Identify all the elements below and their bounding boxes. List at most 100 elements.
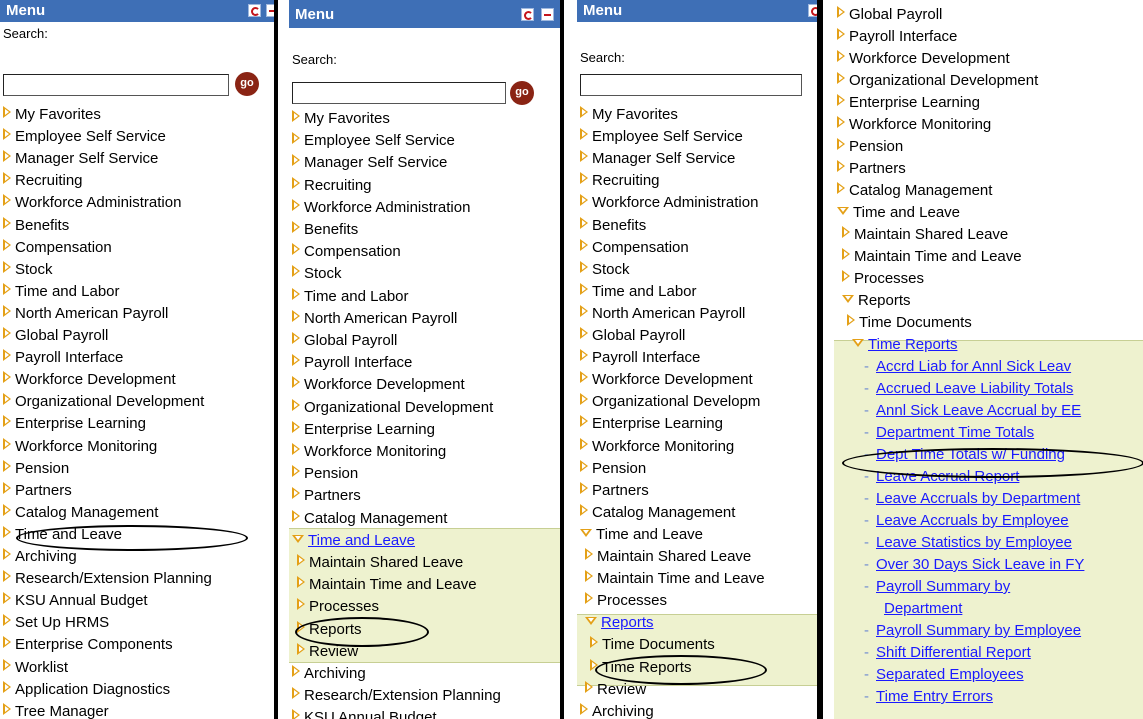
menu-item-pension[interactable]: Pension: [292, 465, 358, 482]
search-input[interactable]: [292, 82, 506, 104]
menu-item-pension[interactable]: Pension: [3, 459, 69, 477]
minimize-icon[interactable]: [266, 4, 274, 17]
menu-item-application-diagnostics[interactable]: Application Diagnostics: [3, 680, 170, 698]
menu-item-payroll-interface[interactable]: Payroll Interface: [580, 349, 700, 366]
go-button[interactable]: go: [235, 72, 259, 96]
menu-item-department[interactable]: Department: [884, 600, 962, 617]
menu-item-organizational-development[interactable]: Organizational Development: [3, 393, 204, 410]
menu-item-time-and-leave[interactable]: Time and Leave: [292, 532, 415, 549]
menu-item-stock[interactable]: Stock: [580, 260, 630, 278]
menu-item-annl-sick-leave-accrual-by-ee[interactable]: - Annl Sick Leave Accrual by EE: [864, 402, 1081, 419]
menu-item-maintain-time-and-leave[interactable]: Maintain Time and Leave: [585, 570, 765, 587]
menu-item-my-favorites[interactable]: My Favorites: [292, 110, 390, 127]
menu-item-workforce-monitoring[interactable]: Workforce Monitoring: [292, 443, 446, 460]
menu-item-my-favorites[interactable]: My Favorites: [580, 106, 678, 123]
menu-item-catalog-management[interactable]: Catalog Management: [580, 503, 735, 521]
go-button[interactable]: go: [510, 81, 534, 105]
menu-item-stock[interactable]: Stock: [3, 260, 53, 278]
menu-item-employee-self-service[interactable]: Employee Self Service: [3, 128, 166, 145]
refresh-icon[interactable]: [248, 4, 261, 17]
menu-item-north-american-payroll[interactable]: North American Payroll: [292, 309, 457, 327]
menu-item-worklist[interactable]: Worklist: [3, 658, 68, 676]
menu-item-organizational-development[interactable]: Organizational Development: [837, 72, 1038, 89]
menu-item-enterprise-learning[interactable]: Enterprise Learning: [292, 420, 435, 438]
menu-item-processes[interactable]: Processes: [842, 270, 924, 287]
menu-item-organizational-development[interactable]: Organizational Development: [292, 398, 493, 416]
menu-item-tree-manager[interactable]: Tree Manager: [3, 702, 109, 719]
menu-item-payroll-interface[interactable]: Payroll Interface: [292, 354, 412, 371]
menu-item-archiving[interactable]: Archiving: [580, 702, 654, 719]
menu-item-leave-statistics-by-employee[interactable]: - Leave Statistics by Employee: [864, 534, 1072, 551]
menu-item-accrued-leave-liability-totals[interactable]: - Accrued Leave Liability Totals: [864, 380, 1073, 397]
menu-item-time-documents[interactable]: Time Documents: [847, 314, 972, 331]
menu-item-compensation[interactable]: Compensation: [292, 243, 401, 260]
menu-item-research-extension-planning[interactable]: Research/Extension Planning: [292, 687, 501, 704]
menu-item-accrd-liab-for-annl-sick-leav[interactable]: - Accrd Liab for Annl Sick Leav: [864, 358, 1071, 375]
menu-item-set-up-hrms[interactable]: Set Up HRMS: [3, 614, 109, 631]
menu-item-payroll-interface[interactable]: Payroll Interface: [837, 28, 957, 45]
menu-item-workforce-monitoring[interactable]: Workforce Monitoring: [3, 437, 157, 455]
menu-item-separated-employees[interactable]: - Separated Employees: [864, 666, 1024, 683]
menu-item-time-documents[interactable]: Time Documents: [590, 636, 715, 653]
menu-item-workforce-administration[interactable]: Workforce Administration: [580, 194, 758, 211]
search-input[interactable]: [3, 74, 229, 96]
menu-item-review[interactable]: Review: [585, 680, 646, 698]
menu-item-benefits[interactable]: Benefits: [292, 221, 358, 238]
menu-item-maintain-shared-leave[interactable]: Maintain Shared Leave: [585, 548, 751, 565]
menu-item-pension[interactable]: Pension: [837, 138, 903, 155]
menu-item-manager-self-service[interactable]: Manager Self Service: [3, 150, 158, 167]
menu-item-catalog-management[interactable]: Catalog Management: [837, 182, 992, 199]
menu-item-recruiting[interactable]: Recruiting: [292, 176, 372, 194]
menu-item-time-and-leave[interactable]: Time and Leave: [580, 526, 703, 543]
menu-item-partners[interactable]: Partners: [580, 481, 649, 499]
menu-item-reports[interactable]: Reports: [585, 614, 654, 631]
menu-item-time-and-labor[interactable]: Time and Labor: [580, 282, 697, 300]
menu-item-processes[interactable]: Processes: [585, 592, 667, 609]
menu-item-organizational-developm[interactable]: Organizational Developm: [580, 393, 760, 410]
menu-item-time-and-labor[interactable]: Time and Labor: [292, 287, 409, 305]
menu-item-my-favorites[interactable]: My Favorites: [3, 106, 101, 123]
menu-item-maintain-shared-leave[interactable]: Maintain Shared Leave: [297, 554, 463, 571]
menu-item-dept-time-totals-w-funding[interactable]: - Dept Time Totals w/ Funding: [864, 446, 1065, 463]
menu-item-global-payroll[interactable]: Global Payroll: [837, 6, 942, 23]
menu-item-time-reports[interactable]: Time Reports: [852, 336, 957, 353]
menu-item-payroll-interface[interactable]: Payroll Interface: [3, 349, 123, 366]
menu-item-archiving[interactable]: Archiving: [292, 665, 366, 682]
menu-item-pension[interactable]: Pension: [580, 459, 646, 477]
menu-item-ksu-annual-budget[interactable]: KSU Annual Budget: [292, 709, 437, 719]
menu-item-partners[interactable]: Partners: [292, 487, 361, 504]
menu-item-benefits[interactable]: Benefits: [3, 216, 69, 234]
menu-item-employee-self-service[interactable]: Employee Self Service: [292, 132, 455, 149]
menu-item-payroll-summary-by-employee[interactable]: - Payroll Summary by Employee: [864, 622, 1081, 639]
menu-item-global-payroll[interactable]: Global Payroll: [3, 327, 108, 344]
menu-item-research-extension-planning[interactable]: Research/Extension Planning: [3, 570, 212, 587]
refresh-icon[interactable]: [808, 4, 817, 17]
menu-item-shift-differential-report[interactable]: - Shift Differential Report: [864, 644, 1031, 661]
minimize-icon[interactable]: [541, 8, 554, 21]
menu-item-workforce-development[interactable]: Workforce Development: [580, 371, 753, 388]
menu-item-manager-self-service[interactable]: Manager Self Service: [292, 154, 447, 171]
menu-item-enterprise-learning[interactable]: Enterprise Learning: [837, 94, 980, 111]
menu-item-archiving[interactable]: Archiving: [3, 548, 77, 565]
menu-item-processes[interactable]: Processes: [297, 598, 379, 615]
menu-item-time-and-leave[interactable]: Time and Leave: [837, 204, 960, 221]
menu-item-department-time-totals[interactable]: - Department Time Totals: [864, 424, 1034, 441]
menu-item-workforce-administration[interactable]: Workforce Administration: [3, 194, 181, 211]
menu-item-time-entry-errors[interactable]: - Time Entry Errors: [864, 688, 993, 705]
menu-item-workforce-monitoring[interactable]: Workforce Monitoring: [837, 116, 991, 133]
search-input[interactable]: [580, 74, 802, 96]
menu-item-stock[interactable]: Stock: [292, 265, 342, 282]
menu-item-compensation[interactable]: Compensation: [580, 238, 689, 256]
menu-item-over-30-days-sick-leave-in-fy[interactable]: - Over 30 Days Sick Leave in FY: [864, 556, 1084, 573]
menu-item-global-payroll[interactable]: Global Payroll: [580, 327, 685, 344]
menu-item-north-american-payroll[interactable]: North American Payroll: [3, 304, 168, 322]
menu-item-time-and-leave[interactable]: Time and Leave: [3, 525, 122, 543]
menu-item-enterprise-learning[interactable]: Enterprise Learning: [3, 415, 146, 432]
menu-item-leave-accrual-report[interactable]: - Leave Accrual Report: [864, 468, 1019, 485]
menu-item-leave-accruals-by-employee[interactable]: - Leave Accruals by Employee: [864, 512, 1069, 529]
menu-item-enterprise-components[interactable]: Enterprise Components: [3, 636, 173, 653]
menu-item-partners[interactable]: Partners: [3, 481, 72, 499]
refresh-icon[interactable]: [521, 8, 534, 21]
menu-item-recruiting[interactable]: Recruiting: [3, 172, 83, 189]
menu-item-workforce-development[interactable]: Workforce Development: [3, 371, 176, 388]
